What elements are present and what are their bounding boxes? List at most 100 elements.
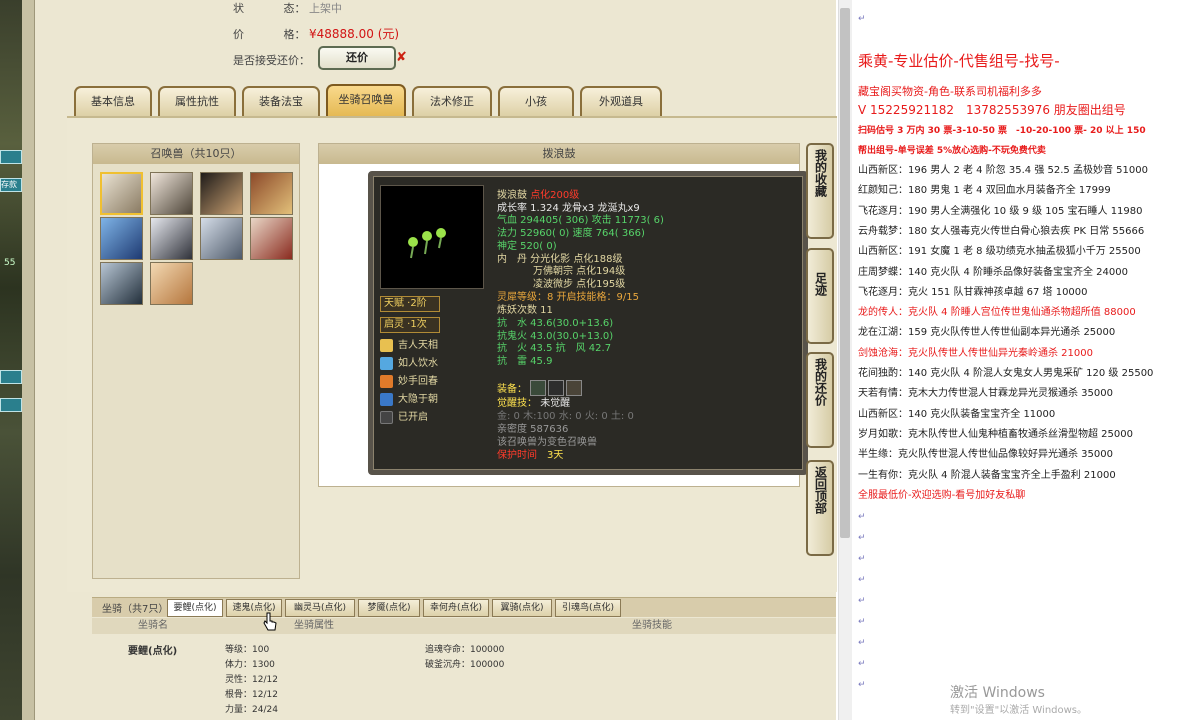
- hp-attack: 气血 294405( 306) 攻击 11773( 6): [497, 215, 664, 226]
- close-icon: ✘: [396, 50, 407, 65]
- summon-avatar[interactable]: [250, 172, 293, 215]
- mount-skill: 破釜沉舟：100000: [425, 660, 505, 670]
- mount-tab[interactable]: 翼骑(点化): [492, 599, 552, 617]
- mount-tab[interactable]: 梦魇(点化): [358, 599, 420, 617]
- haggle-label: 是否接受还价：: [233, 54, 310, 67]
- mount-count: 坐骑（共7只）: [102, 604, 169, 615]
- listing-item: 龙在江湖：159 克火队传世人传世仙副本异光通杀 25000: [858, 327, 1116, 339]
- spirit-level: 灵犀等级：8 开启技能格：9/15: [497, 292, 639, 303]
- paragraph-mark: ↵: [858, 533, 866, 543]
- summon-avatar[interactable]: [100, 217, 143, 260]
- summon-list-title: 召唤兽（共10只）: [93, 144, 299, 164]
- resist-thunder: 抗 雷 45.9: [497, 356, 553, 367]
- skill-item: 吉人天相: [380, 338, 438, 354]
- paragraph-mark: ↵: [858, 638, 866, 648]
- haggle-button[interactable]: 还价: [318, 46, 396, 70]
- paragraph-mark: ↵: [858, 14, 866, 24]
- summon-avatar[interactable]: [200, 217, 243, 260]
- paragraph-mark: ↵: [858, 512, 866, 522]
- summon-detail-title: 拨浪鼓: [319, 144, 799, 164]
- skill-icon: [380, 392, 393, 406]
- skill-item: 如人饮水: [380, 356, 438, 372]
- doc-line: 扫码估号 3 万内 30 票-3-10-50 票 -10-20-100 票- 2…: [858, 126, 1146, 136]
- tab-equipment[interactable]: 装备法宝: [242, 86, 320, 116]
- game-ui-fragment: [0, 370, 22, 384]
- tab-attributes[interactable]: 属性抗性: [158, 86, 236, 116]
- tab-child[interactable]: 小孩: [498, 86, 574, 116]
- scrollbar-thumb[interactable]: [840, 8, 850, 538]
- summon-name: 拨浪鼓: [497, 190, 527, 201]
- listing-item: 花间独酌：140 克火队 4 阶混人女鬼女人男鬼采矿 120 级 25500: [858, 368, 1154, 379]
- tab-appearance[interactable]: 外观道具: [580, 86, 662, 116]
- summon-avatar[interactable]: [150, 262, 193, 305]
- inner-core-2: 万佛朝宗 点化194级: [533, 266, 626, 277]
- paragraph-mark: ↵: [858, 575, 866, 585]
- refine-count: 炼妖次数 11: [497, 305, 553, 316]
- favorites-button[interactable]: 我的收藏: [806, 143, 834, 239]
- equip-slot[interactable]: [530, 380, 546, 396]
- game-ui-fragment: [0, 150, 22, 164]
- listing-item: 飞花逐月：克火 151 队甘霖神孩卓越 67 塔 10000: [858, 286, 1088, 298]
- status-sep: 态：: [283, 2, 306, 15]
- summon-avatar[interactable]: [250, 217, 293, 260]
- resist-water: 抗 水 43.6(30.0+13.6): [497, 318, 614, 329]
- summon-avatar[interactable]: [100, 172, 143, 215]
- listing-item: 天若有情：克木大力传世混人甘霖龙异光灵猴通杀 35000: [858, 388, 1113, 400]
- paragraph-mark: ↵: [858, 617, 866, 627]
- mount-attr: 体力：1300: [225, 660, 275, 670]
- transform-note: 该召唤兽为变色召唤兽: [497, 437, 597, 448]
- paragraph-mark: ↵: [858, 596, 866, 606]
- mount-attr: 等级：100: [225, 645, 270, 655]
- summon-avatar[interactable]: [150, 172, 193, 215]
- game-number: 55: [4, 258, 16, 268]
- mount-attr: 灵性：12/12: [225, 675, 278, 685]
- my-offers-button[interactable]: 我的还价: [806, 352, 834, 448]
- mount-attr: 根骨：12/12: [225, 690, 278, 700]
- mp-speed: 法力 52960( 0) 速度 764( 366): [497, 228, 645, 239]
- listing-item: 龙的传人：克火队 4 阶睡人宫位传世鬼仙通杀物超所值 88000: [858, 307, 1136, 319]
- listing-item: 飞花逐月：190 男人全满强化 10 级 9 级 105 宝石睡人 11980: [858, 205, 1143, 217]
- awaken-badge: 启灵 ·1次: [380, 317, 440, 333]
- summon-avatar[interactable]: [150, 217, 193, 260]
- mount-name: 要鲤(点化): [128, 646, 178, 657]
- mount-tab[interactable]: 幽灵马(点化): [285, 599, 355, 617]
- window-frame: [22, 0, 35, 720]
- listing-item: 云舟载梦：180 女人强毒克火传世白骨心狼去疾 PK 日常 55666: [858, 225, 1145, 237]
- mount-attr: 力量：24/24: [225, 705, 278, 715]
- equip-slot[interactable]: [566, 380, 582, 396]
- summon-avatar[interactable]: [200, 172, 243, 215]
- listing-item: 庄周梦蝶：140 克火队 4 阶睡杀品像好装备宝宝齐全 24000: [858, 266, 1128, 278]
- equip-slot[interactable]: [548, 380, 564, 396]
- summon-portrait: [380, 185, 484, 289]
- price-label: 价: [233, 28, 244, 41]
- equip-label: 装备：: [497, 384, 527, 395]
- tab-mount-summon[interactable]: 坐骑召唤兽: [326, 84, 406, 116]
- status-value: 上架中: [309, 2, 342, 15]
- doc-line: 帮出组号-单号误差 5%放心选购-不玩免费代卖: [858, 146, 1046, 156]
- tab-spell[interactable]: 法术修正: [412, 86, 492, 116]
- summon-name-row: 拨浪鼓 点化200级: [497, 190, 579, 202]
- history-button[interactable]: 足迹: [806, 248, 834, 344]
- doc-line: 藏宝阁买物资-角色-联系司机福利多多: [858, 85, 1042, 98]
- hand-cursor-icon: [263, 612, 277, 631]
- listing-item: 岁月如歌：克木队传世人仙鬼种植畜牧通杀丝滑型物超 25000: [858, 428, 1133, 440]
- tab-basic-info[interactable]: 基本信息: [74, 86, 152, 116]
- paragraph-mark: ↵: [858, 659, 866, 669]
- resist-fire-wind: 抗 火 43.5 抗 风 42.7: [497, 343, 612, 354]
- back-to-top-button[interactable]: 返回顶部: [806, 460, 834, 556]
- elements: 金: 0 木:100 水: 0 火: 0 土: 0: [497, 411, 634, 422]
- price-sep: 格：: [283, 28, 306, 41]
- paragraph-mark: ↵: [858, 680, 866, 690]
- skill-item: 大隐于朝: [380, 392, 438, 408]
- defense: 神定 520( 0): [497, 241, 557, 252]
- skill-item: 已开启: [380, 410, 428, 426]
- windows-watermark: 激活 Windows: [950, 685, 1045, 701]
- mount-skill: 追魂夺命：100000: [425, 645, 505, 655]
- doc-title: 乘黄-专业估价-代售组号-找号-: [858, 52, 1060, 70]
- mount-tab[interactable]: 幸何舟(点化): [423, 599, 489, 617]
- summon-level-tag: 点化200级: [530, 190, 580, 201]
- listing-item: 半生缘：克火队传世混人传世仙品像较好异光通杀 35000: [858, 449, 1113, 461]
- mount-tab[interactable]: 引魂鸟(点化): [555, 599, 621, 617]
- summon-avatar[interactable]: [100, 262, 143, 305]
- mount-tab[interactable]: 要鲤(点化): [167, 599, 223, 617]
